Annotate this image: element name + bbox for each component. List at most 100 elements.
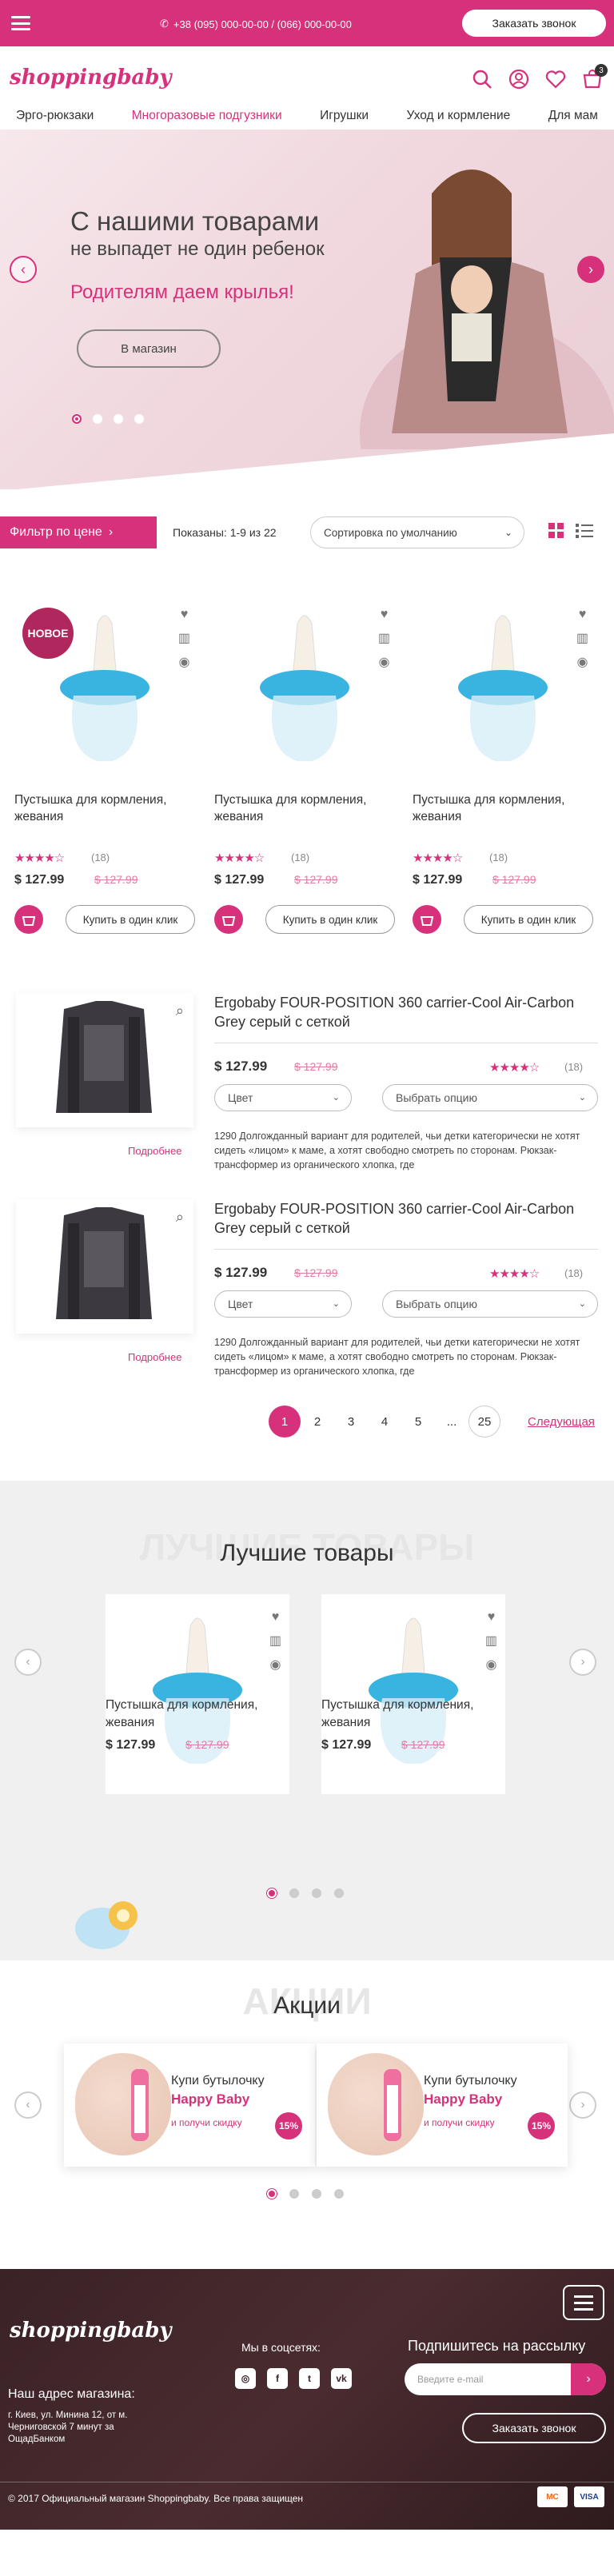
heart-icon[interactable]: ♥ [381, 608, 389, 622]
promo-card[interactable]: Купи бутылочку Happy Baby и получи скидк… [317, 2044, 568, 2167]
add-to-cart-button[interactable] [214, 905, 243, 934]
compare-icon[interactable]: ▥ [378, 630, 390, 646]
phone-numbers[interactable]: ✆ +38 (095) 000-00-00 / (066) 000-00-00 [160, 18, 352, 30]
nav-item-toys[interactable]: Игрушки [320, 109, 369, 123]
footer-menu-icon[interactable] [563, 2285, 604, 2320]
product-name[interactable]: Пустышка для кормления, жевания [321, 1697, 505, 1732]
product-card[interactable]: ♥ ▥ ◉ Пустышка для кормления, жевания ★★… [214, 592, 398, 943]
page-link[interactable]: 5 [401, 1406, 435, 1438]
eye-icon[interactable]: ◉ [576, 654, 588, 670]
carousel-dot[interactable] [334, 2189, 344, 2199]
product-image[interactable]: ♥ ▥ ◉ [321, 1594, 505, 1794]
product-title[interactable]: Ergobaby FOUR-POSITION 360 carrier-Cool … [214, 993, 598, 1031]
call-request-button[interactable]: Заказать звонок [462, 10, 606, 37]
user-icon[interactable] [508, 69, 529, 90]
eye-icon[interactable]: ◉ [178, 654, 189, 670]
compare-icon[interactable]: ▥ [178, 630, 190, 646]
product-name[interactable]: Пустышка для кормления, жевания [214, 792, 395, 825]
hero-dot[interactable] [134, 414, 144, 424]
best-product-card[interactable]: ♥ ▥ ◉ Пустышка для кормления, жевания $ 12… [321, 1481, 505, 1960]
footer-call-button[interactable]: Заказать звонок [462, 2413, 606, 2443]
nav-item-diapers[interactable]: Многоразовые подгузники [132, 109, 282, 123]
product-image[interactable] [217, 592, 392, 792]
logo[interactable]: shoppingbaby [10, 66, 172, 90]
eye-icon[interactable]: ◉ [269, 1657, 281, 1673]
twitter-icon[interactable]: t [299, 2368, 320, 2389]
instagram-icon[interactable]: ◎ [235, 2368, 256, 2389]
nav-item-moms[interactable]: Для мам [548, 109, 598, 123]
product-name[interactable]: Пустышка для кормления, жевания [413, 792, 593, 825]
color-select[interactable]: Цвет ⌄ [214, 1084, 352, 1111]
product-image[interactable]: ♥ ▥ ◉ [106, 1594, 289, 1794]
email-field[interactable]: Введите e-mail › [405, 2363, 606, 2395]
product-image[interactable]: ⌕ [16, 1199, 193, 1334]
product-card[interactable]: НОВОЕ ♥ ▥ ◉ Пустышка для кормления, жева… [14, 592, 198, 943]
option-select[interactable]: Выбрать опцию ⌄ [382, 1290, 598, 1318]
page-link[interactable]: 4 [368, 1406, 401, 1438]
carousel-prev-icon[interactable]: ‹ [14, 1649, 42, 1676]
grid-view-icon[interactable] [548, 523, 564, 539]
page-link[interactable]: 2 [301, 1406, 334, 1438]
product-title[interactable]: Ergobaby FOUR-POSITION 360 carrier-Cool … [214, 1199, 598, 1238]
hero-next-arrow-icon[interactable]: › [577, 256, 604, 283]
buy-one-click-button[interactable]: Купить в один клик [265, 905, 395, 934]
sort-select[interactable]: Сортировка по умолчанию ⌄ [310, 516, 524, 548]
footer-logo[interactable]: shoppingbaby [10, 2319, 172, 2343]
zoom-icon[interactable]: ⌕ [176, 1003, 184, 1019]
color-select[interactable]: Цвет ⌄ [214, 1290, 352, 1318]
compare-icon[interactable]: ▥ [576, 630, 588, 646]
list-view-icon[interactable] [576, 523, 593, 539]
page-link[interactable]: 1 [269, 1406, 301, 1438]
carousel-dot[interactable] [289, 1888, 299, 1898]
promo-card[interactable]: Купи бутылочку Happy Baby и получи скидк… [64, 2044, 315, 2167]
cart-icon[interactable]: 3 [582, 64, 608, 90]
compare-icon[interactable]: ▥ [485, 1633, 497, 1649]
hero-dot[interactable] [93, 414, 102, 424]
eye-icon[interactable]: ◉ [378, 654, 389, 670]
page-link[interactable]: 25 [468, 1406, 500, 1438]
buy-one-click-button[interactable]: Купить в один клик [464, 905, 593, 934]
zoom-icon[interactable]: ⌕ [176, 1209, 184, 1226]
add-to-cart-button[interactable] [413, 905, 441, 934]
hero-prev-arrow-icon[interactable]: ‹ [10, 256, 37, 283]
heart-icon[interactable]: ♥ [272, 1610, 280, 1625]
product-name[interactable]: Пустышка для кормления, жевания [106, 1697, 289, 1732]
carousel-dot[interactable] [312, 2189, 321, 2199]
next-page-link[interactable]: Следующая [528, 1415, 595, 1429]
sales-next-icon[interactable]: › [569, 2092, 596, 2119]
heart-icon[interactable] [545, 69, 566, 90]
carousel-dot[interactable] [289, 2189, 299, 2199]
add-to-cart-button[interactable] [14, 905, 43, 934]
option-select[interactable]: Выбрать опцию ⌄ [382, 1084, 598, 1111]
search-icon[interactable] [472, 69, 492, 90]
carousel-dot[interactable] [267, 1888, 277, 1898]
eye-icon[interactable]: ◉ [485, 1657, 496, 1673]
price-filter-button[interactable]: Фильтр по цене › [0, 516, 157, 548]
details-link[interactable]: Подробнее [128, 1351, 181, 1363]
nav-item-ergo[interactable]: Эрго-рюкзаки [16, 109, 94, 123]
to-shop-button[interactable]: В магазин [77, 329, 221, 368]
product-image[interactable]: ⌕ [16, 993, 193, 1127]
heart-icon[interactable]: ♥ [181, 608, 189, 622]
heart-icon[interactable]: ♥ [488, 1610, 496, 1625]
carousel-dot[interactable] [267, 2189, 277, 2199]
buy-one-click-button[interactable]: Купить в один клик [66, 905, 195, 934]
product-card[interactable]: ♥ ▥ ◉ Пустышка для кормления, жевания ★★… [413, 592, 596, 943]
product-image[interactable] [416, 592, 590, 792]
carousel-dot[interactable] [312, 1888, 321, 1898]
nav-item-care[interactable]: Уход и кормление [407, 109, 511, 123]
compare-icon[interactable]: ▥ [269, 1633, 281, 1649]
product-name[interactable]: Пустышка для кормления, жевания [14, 792, 195, 825]
page-link[interactable]: 3 [334, 1406, 368, 1438]
sales-prev-icon[interactable]: ‹ [14, 2092, 42, 2119]
hero-dot[interactable] [114, 414, 123, 424]
menu-icon[interactable] [11, 16, 30, 30]
carousel-next-icon[interactable]: › [569, 1649, 596, 1676]
heart-icon[interactable]: ♥ [579, 608, 587, 622]
subscribe-submit-icon[interactable]: › [571, 2363, 606, 2395]
facebook-icon[interactable]: f [267, 2368, 288, 2389]
hero-dot[interactable] [72, 414, 82, 424]
vk-icon[interactable]: vk [331, 2368, 352, 2389]
details-link[interactable]: Подробнее [128, 1145, 181, 1157]
carousel-dot[interactable] [334, 1888, 344, 1898]
